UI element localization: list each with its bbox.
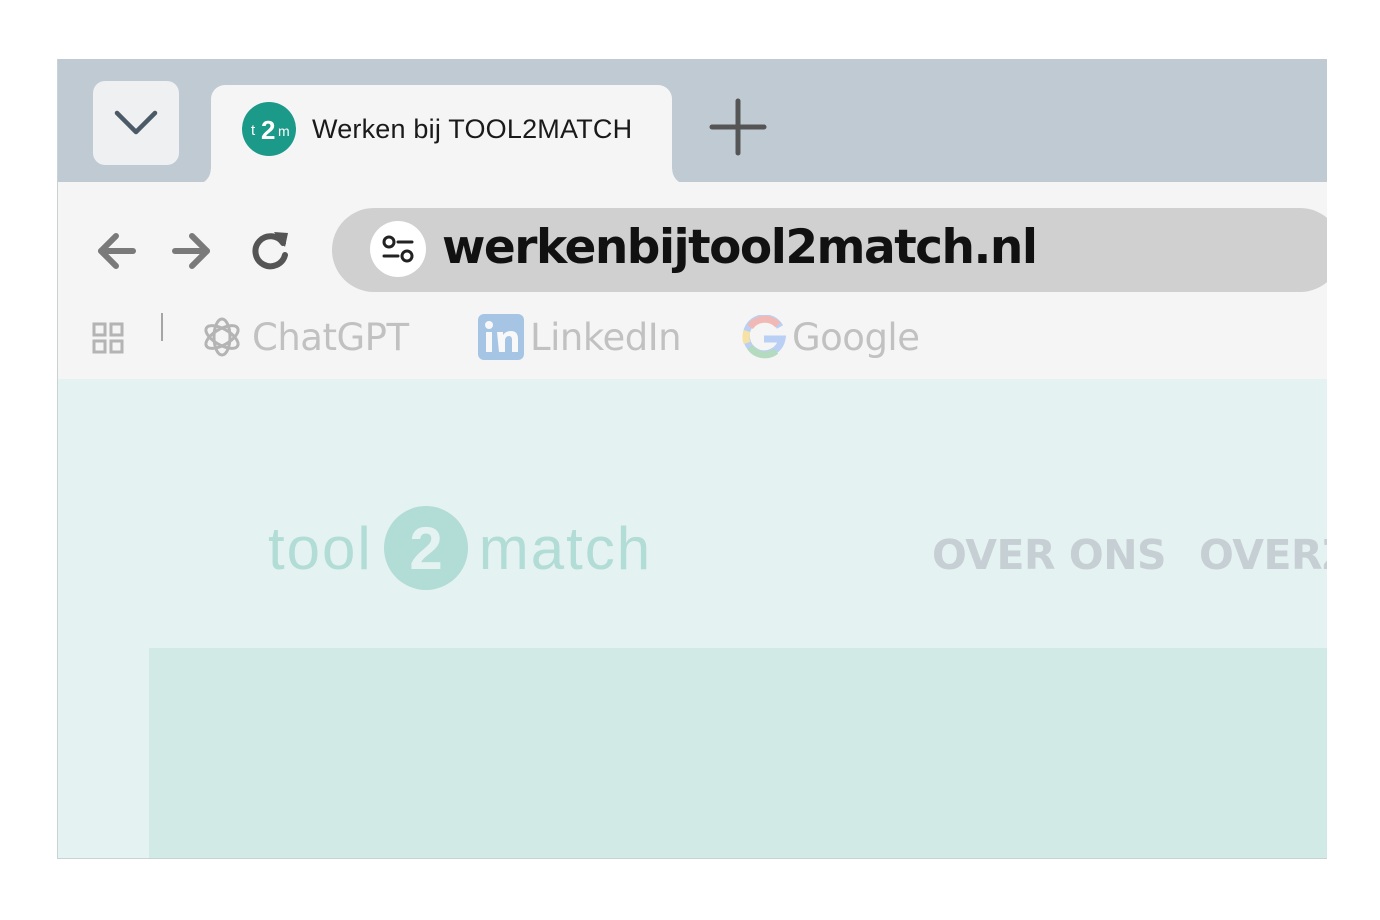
logo-badge-icon: 2 [383,506,468,590]
back-button[interactable] [94,229,138,273]
openai-icon [204,317,240,357]
nav-link-overzicht[interactable]: OVERZ [1199,531,1327,579]
browser-toolbar: werkenbijtool2match.nl ChatGPT LinkedIn … [58,182,1327,379]
browser-window: t 2 m Werken bij TOOL2MATCH werkenbijtoo… [57,59,1327,859]
plus-icon [709,98,767,156]
tab-title: Werken bij TOOL2MATCH [312,114,633,144]
site-logo[interactable]: tool 2 match [268,503,652,593]
bookmark-google[interactable]: Google [742,309,920,365]
nav-link-over-ons[interactable]: OVER ONS [932,531,1167,579]
bookmark-label: Google [792,315,920,359]
reload-button[interactable] [248,229,292,273]
site-info-button[interactable] [370,221,426,277]
bookmark-divider [161,313,163,341]
chevron-down-icon [114,110,158,135]
url-text[interactable]: werkenbijtool2match.nl [442,220,1038,276]
arrow-right-icon [172,233,210,269]
new-tab-button[interactable] [708,98,768,156]
tune-icon [382,235,414,263]
svg-text:m: m [278,123,290,139]
logo-badge-text: 2 [409,515,442,582]
apps-grid-icon[interactable] [92,322,124,354]
hero-section [149,648,1327,858]
arrow-left-icon [98,233,136,269]
logo-word-match: match [478,514,653,582]
svg-text:2: 2 [261,115,275,145]
bookmark-label: ChatGPT [252,315,409,359]
bookmark-label: LinkedIn [530,315,682,359]
bookmark-chatgpt[interactable]: ChatGPT [198,309,409,365]
tool2match-logo-icon: t 2 m [242,102,296,156]
forward-button[interactable] [170,229,214,273]
bookmark-linkedin[interactable]: LinkedIn [478,309,682,365]
linkedin-icon [478,314,524,360]
reload-icon [252,232,288,270]
tab-strip: t 2 m Werken bij TOOL2MATCH [58,59,1327,185]
tab-search-button[interactable] [93,81,179,165]
active-tab[interactable]: t 2 m Werken bij TOOL2MATCH [195,85,688,185]
google-icon [742,315,786,359]
page-content: tool 2 match OVER ONS OVERZ [58,379,1327,858]
logo-word-tool: tool [268,514,373,582]
address-bar[interactable]: werkenbijtool2match.nl [332,208,1327,292]
